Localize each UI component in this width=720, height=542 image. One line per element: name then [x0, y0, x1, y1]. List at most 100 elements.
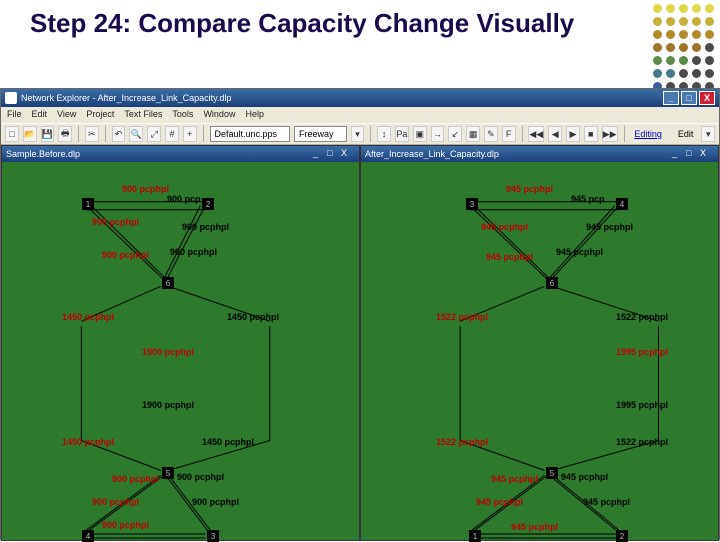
play-back-icon[interactable]: ◀: [548, 126, 562, 142]
dropdown-icon[interactable]: ▾: [351, 126, 365, 142]
edit-label: Edit: [674, 129, 698, 139]
label-1995a: 1995 pcphpl: [616, 347, 668, 357]
sub-titlebar-before: Sample.Before.dlp _ □ X: [2, 146, 359, 162]
play-prev-icon[interactable]: ◀◀: [528, 126, 544, 142]
save-icon[interactable]: 💾: [41, 126, 55, 142]
label-1450c: 1450 pcphpl: [62, 437, 114, 447]
menu-project[interactable]: Project: [86, 109, 114, 121]
sub-max-before[interactable]: □: [327, 148, 341, 160]
label-900j: 900 pcphpl: [192, 497, 239, 507]
label-945k: 945 pcphpl: [511, 522, 558, 532]
decorative-dot-grid: [653, 4, 714, 95]
label-1450a: 1450 pcphpl: [62, 312, 114, 322]
sub-close-before[interactable]: X: [341, 148, 355, 160]
sub-title-after: After_Increase_Link_Capacity.dlp: [365, 149, 499, 159]
tool-r5[interactable]: ↙: [448, 126, 462, 142]
label-945h: 945 pcphpl: [561, 472, 608, 482]
maximize-button[interactable]: □: [681, 91, 697, 105]
node-4[interactable]: 4: [82, 530, 94, 542]
label-1522d: 1522 pcphpl: [616, 437, 668, 447]
editing-link[interactable]: Editing: [630, 129, 666, 139]
main-titlebar: Network Explorer - After_Increase_Link_C…: [1, 89, 719, 107]
edit-dropdown-icon[interactable]: ▾: [701, 126, 715, 142]
node-5[interactable]: 5: [162, 467, 174, 479]
tool-r8[interactable]: F: [502, 126, 516, 142]
label-945e: 945 pcphpl: [486, 252, 533, 262]
menu-view[interactable]: View: [57, 109, 76, 121]
label-1900a: 1900 pcphpl: [142, 347, 194, 357]
sub-min-after[interactable]: _: [672, 148, 686, 160]
label-900i: 900 pcphpl: [92, 497, 139, 507]
fit-icon[interactable]: ⤢: [147, 126, 161, 142]
node-2r[interactable]: 2: [616, 530, 628, 542]
node-4r[interactable]: 4: [616, 198, 628, 210]
tool-r7[interactable]: ✎: [484, 126, 498, 142]
select-b[interactable]: Freeway: [294, 126, 347, 142]
label-900h: 900 pcphpl: [177, 472, 224, 482]
node-3r[interactable]: 3: [466, 198, 478, 210]
undo-icon[interactable]: ↶: [112, 126, 126, 142]
window-title: Network Explorer - After_Increase_Link_C…: [21, 93, 231, 103]
label-945d: 945 pcphpl: [586, 222, 633, 232]
label-945j: 945 pcphpl: [583, 497, 630, 507]
zoom-icon[interactable]: 🔍: [129, 126, 143, 142]
label-1900b: 1900 pcphpl: [142, 400, 194, 410]
node-2[interactable]: 2: [202, 198, 214, 210]
menu-edit[interactable]: Edit: [32, 109, 48, 121]
label-1995b: 1995 pcphpl: [616, 400, 668, 410]
sub-titlebar-after: After_Increase_Link_Capacity.dlp _ □ X: [361, 146, 718, 162]
label-900k: 900 pcphpl: [102, 520, 149, 530]
sub-close-after[interactable]: X: [700, 148, 714, 160]
play-icon[interactable]: ▶: [566, 126, 580, 142]
menu-tools[interactable]: Tools: [172, 109, 193, 121]
node-3[interactable]: 3: [207, 530, 219, 542]
cut-icon[interactable]: ✂: [85, 126, 99, 142]
print-icon[interactable]: 🖶: [58, 126, 72, 142]
close-button[interactable]: X: [699, 91, 715, 105]
node-1r[interactable]: 1: [469, 530, 481, 542]
new-icon[interactable]: □: [5, 126, 19, 142]
minimize-button[interactable]: _: [663, 91, 679, 105]
subwindow-after: After_Increase_Link_Capacity.dlp _ □ X: [360, 145, 719, 541]
menu-help[interactable]: Help: [245, 109, 264, 121]
tool-r4[interactable]: →: [431, 126, 445, 142]
label-1522b: 1522 pcphpl: [616, 312, 668, 322]
node-1[interactable]: 1: [82, 198, 94, 210]
subwindow-before: Sample.Before.dlp _ □ X 1: [1, 145, 360, 541]
stop-icon[interactable]: ■: [584, 126, 598, 142]
app-icon: [5, 92, 17, 104]
sub-min-before[interactable]: _: [313, 148, 327, 160]
label-1450d: 1450 pcphpl: [202, 437, 254, 447]
label-900a: 900 pcphpl: [122, 184, 169, 194]
node-6[interactable]: 6: [162, 277, 174, 289]
play-next-icon[interactable]: ▶▶: [602, 126, 618, 142]
label-945g: 945 pcphpl: [491, 474, 538, 484]
diagram-before[interactable]: 1 2 6 5 4 3 900 pcphpl 900 pcp 900 pcphp…: [2, 162, 359, 540]
tool-r3[interactable]: ▣: [413, 126, 427, 142]
label-1522a: 1522 pcphpl: [436, 312, 488, 322]
menubar: File Edit View Project Text Files Tools …: [1, 107, 719, 123]
grid-icon[interactable]: #: [165, 126, 179, 142]
label-945f: 945 pcphpl: [556, 247, 603, 257]
sub-max-after[interactable]: □: [686, 148, 700, 160]
select-a[interactable]: Default.unc.pps: [210, 126, 291, 142]
tool-r1[interactable]: ↕: [377, 126, 391, 142]
tool-r6[interactable]: ▦: [466, 126, 480, 142]
menu-file[interactable]: File: [7, 109, 22, 121]
network-explorer-window: Network Explorer - After_Increase_Link_C…: [0, 88, 720, 540]
diagram-after[interactable]: 3 4 6 5 1 2 945 pcphpl 945 pcp 945 pcphp…: [361, 162, 718, 540]
label-945a: 945 pcphpl: [506, 184, 553, 194]
workspace: Sample.Before.dlp _ □ X 1: [1, 145, 719, 541]
node-6r[interactable]: 6: [546, 277, 558, 289]
label-900e: 900 pcphpl: [102, 250, 149, 260]
label-1450b: 1450 pcphpl: [227, 312, 279, 322]
menu-window[interactable]: Window: [203, 109, 235, 121]
plus-icon[interactable]: +: [183, 126, 197, 142]
label-945c: 945 pcphpl: [481, 222, 528, 232]
open-icon[interactable]: 📂: [23, 126, 37, 142]
node-5r[interactable]: 5: [546, 467, 558, 479]
tool-r2[interactable]: Pa: [395, 126, 409, 142]
label-900g: 900 pcphpl: [112, 474, 159, 484]
label-900d: 900 pcphpl: [182, 222, 229, 232]
menu-textfiles[interactable]: Text Files: [124, 109, 162, 121]
